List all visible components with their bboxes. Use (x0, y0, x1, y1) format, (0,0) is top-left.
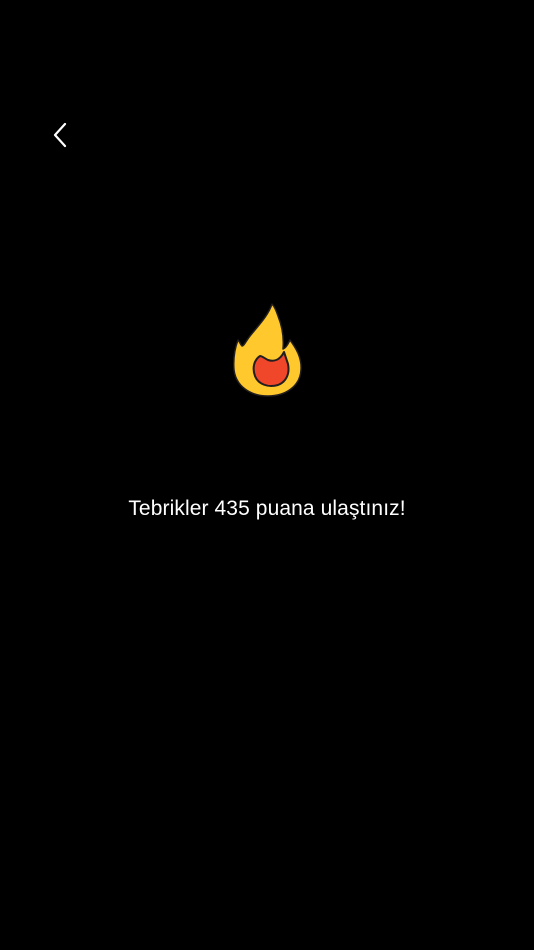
chevron-left-icon (52, 122, 68, 148)
congrats-message: Tebrikler 435 puana ulaştınız! (128, 497, 406, 520)
fire-icon (228, 300, 306, 400)
back-button[interactable] (40, 113, 80, 157)
